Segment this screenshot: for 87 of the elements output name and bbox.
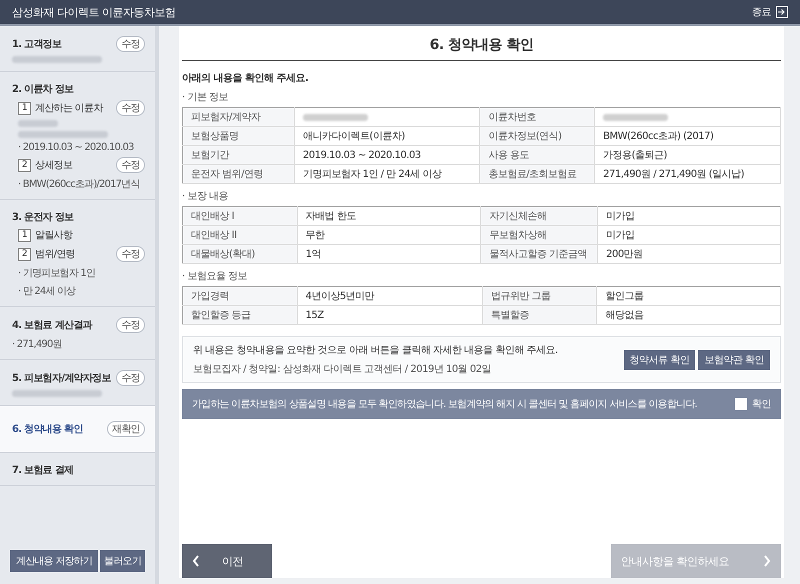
step-detail: · 기명피보험자 1인 [18,267,96,280]
table-cell: 2019.10.03 ~ 2020.10.03 [294,146,480,164]
table-label: 총보험료/초회보험료 [480,164,595,184]
notice-text: 위 내용은 청약내용을 요약한 것으로 아래 버튼을 클릭해 자세한 내용을 확인해 주세요. [193,344,558,357]
checkbox-label: 확인 [752,398,771,411]
table-label: 자기신체손해 [480,206,598,226]
chevron-right-icon [763,555,771,567]
step-item[interactable]: 4. 보험료 계산결과 수정 · 271,490원 [0,307,155,360]
step-title: 3. 운전자 정보 [12,211,74,224]
table-cell: 기명피보험자 1인 / 만 24세 이상 [294,164,480,184]
table-cell: 4년이상5년미만 [297,286,482,306]
table-cell: 자배법 한도 [297,206,481,226]
step-detail: · 만 24세 이상 [18,285,77,298]
table-label: 보험기간 [182,146,294,164]
step-detail: · 271,490원 [12,338,63,351]
table-label: 가입경력 [182,286,297,306]
page-title: 6. 청약내용 확인 [182,26,781,61]
table-label: 이륜차정보(연식) [480,126,595,146]
chevron-left-icon [192,555,200,567]
step-title: 5. 피보험자/계약자정보 [12,372,112,385]
table-cell: 미가입 [598,206,780,226]
app-title: 삼성화재 다이렉트 이륜자동차보험 [12,4,176,20]
table-cell: 해당없음 [596,306,780,324]
table-label: 이륜차번호 [480,108,595,126]
sidebar-button[interactable]: 계산내용 저장하기 [10,550,98,572]
number-badge: 1 [18,228,31,242]
table-label: 피보험자/계약자 [182,108,294,126]
sidebar-button[interactable]: 불러오기 [100,550,145,572]
table-label: 대인배상 II [182,226,298,244]
table-cell: 미가입 [598,226,780,244]
substep-title: 범위/연령 [35,248,76,261]
intro-text: 아래의 내용을 확인해 주세요. [182,72,310,85]
step-item[interactable]: 6. 청약내용 확인 재확인 [0,406,155,453]
table-label: 운전자 범위/연령 [182,164,294,184]
step-title: 1. 고객정보 [12,38,62,51]
document-button[interactable]: 보험약관 확인 [698,350,770,370]
step-title: 4. 보험료 계산결과 [12,319,94,332]
edit-button[interactable]: 수정 [116,317,145,333]
table-cell: 애니카다이렉트(이륜차) [294,126,480,146]
step-item[interactable]: 2. 이륜차 정보 1 계산하는 이륜차 수정 · 2019.10.03 ~ 2020.10.03 2 상세정보 수정 · BMW(260cc초과)/2017년식 [0,72,155,200]
table-cell: 200만원 [598,244,780,264]
table-cell: 가정용(출퇴근) [594,146,780,164]
previous-button[interactable]: 이전 [182,544,272,578]
table-cell: 할인그룹 [596,286,780,306]
table-label: 대인배상 I [182,206,298,226]
number-badge: 2 [18,248,31,260]
number-badge: 1 [18,102,31,114]
step-detail: · 2019.10.03 ~ 2020.10.03 [18,142,135,153]
table-label: 무보험차상해 [480,226,598,244]
table-cell: BMW(260cc초과) (2017) [594,126,780,146]
table-cell: 271,490원 / 271,490원 (일시납) [594,164,780,184]
step-title: 2. 이륜차 정보 [12,83,74,96]
section-heading: · 보험요율 정보 [182,270,248,283]
step-detail: · BMW(260cc초과)/2017년식 [18,178,141,191]
agreement-text: 가입하는 이륜차보험의 상품설명 내용을 모두 확인하였습니다. 보험계약의 해지 시 콜센터 및 홈페이지 서비스를 이용합니다. [192,398,697,411]
step-item[interactable]: 7. 보험료 결제 [0,453,155,486]
edit-button[interactable]: 수정 [116,370,145,386]
table-cell: 15Z [297,306,482,324]
table-label: 법규위반 그룹 [482,286,597,306]
edit-button[interactable]: 수정 [116,157,145,173]
checkbox[interactable] [735,398,747,410]
edit-button[interactable]: 재확인 [107,421,145,437]
edit-button[interactable]: 수정 [116,100,145,116]
document-button[interactable]: 청약서류 확인 [624,350,696,370]
exit-button[interactable]: 종료 [752,5,788,19]
section-heading: · 기본 정보 [182,91,230,104]
step-title: 6. 청약내용 확인 [12,423,84,436]
table-label: 보험상품명 [182,126,294,146]
table-label: 특별할증 [482,306,597,324]
table-label: 할인할증 등급 [182,306,297,324]
substep-title: 계산하는 이륜차 [35,102,104,115]
edit-button[interactable]: 수정 [116,36,145,52]
notice-subtext: 보험모집자 / 청약일: 삼성화재 다이렉트 고객센터 / 2019년 10월 02일 [193,363,492,376]
step-title: 7. 보험료 결제 [12,464,74,477]
number-badge: 2 [18,158,31,172]
step-item[interactable]: 1. 고객정보 수정 [0,26,155,72]
table-label: 대물배상(확대) [182,244,298,264]
substep-title: 상세정보 [35,159,74,172]
table-cell: 1억 [297,244,481,264]
edit-button[interactable]: 수정 [116,246,145,262]
table-label: 물적사고할증 기준금액 [480,244,598,264]
table-cell: 무한 [297,226,481,244]
section-heading: · 보장 내용 [182,190,230,203]
exit-icon [776,6,788,18]
step-item[interactable]: 3. 운전자 정보 1 알릴사항 2 범위/연령 수정 · 기명피보험자 1인 · 만 24세 이상 [0,200,155,307]
table-label: 사용 용도 [480,146,595,164]
substep-title: 알릴사항 [35,229,74,242]
